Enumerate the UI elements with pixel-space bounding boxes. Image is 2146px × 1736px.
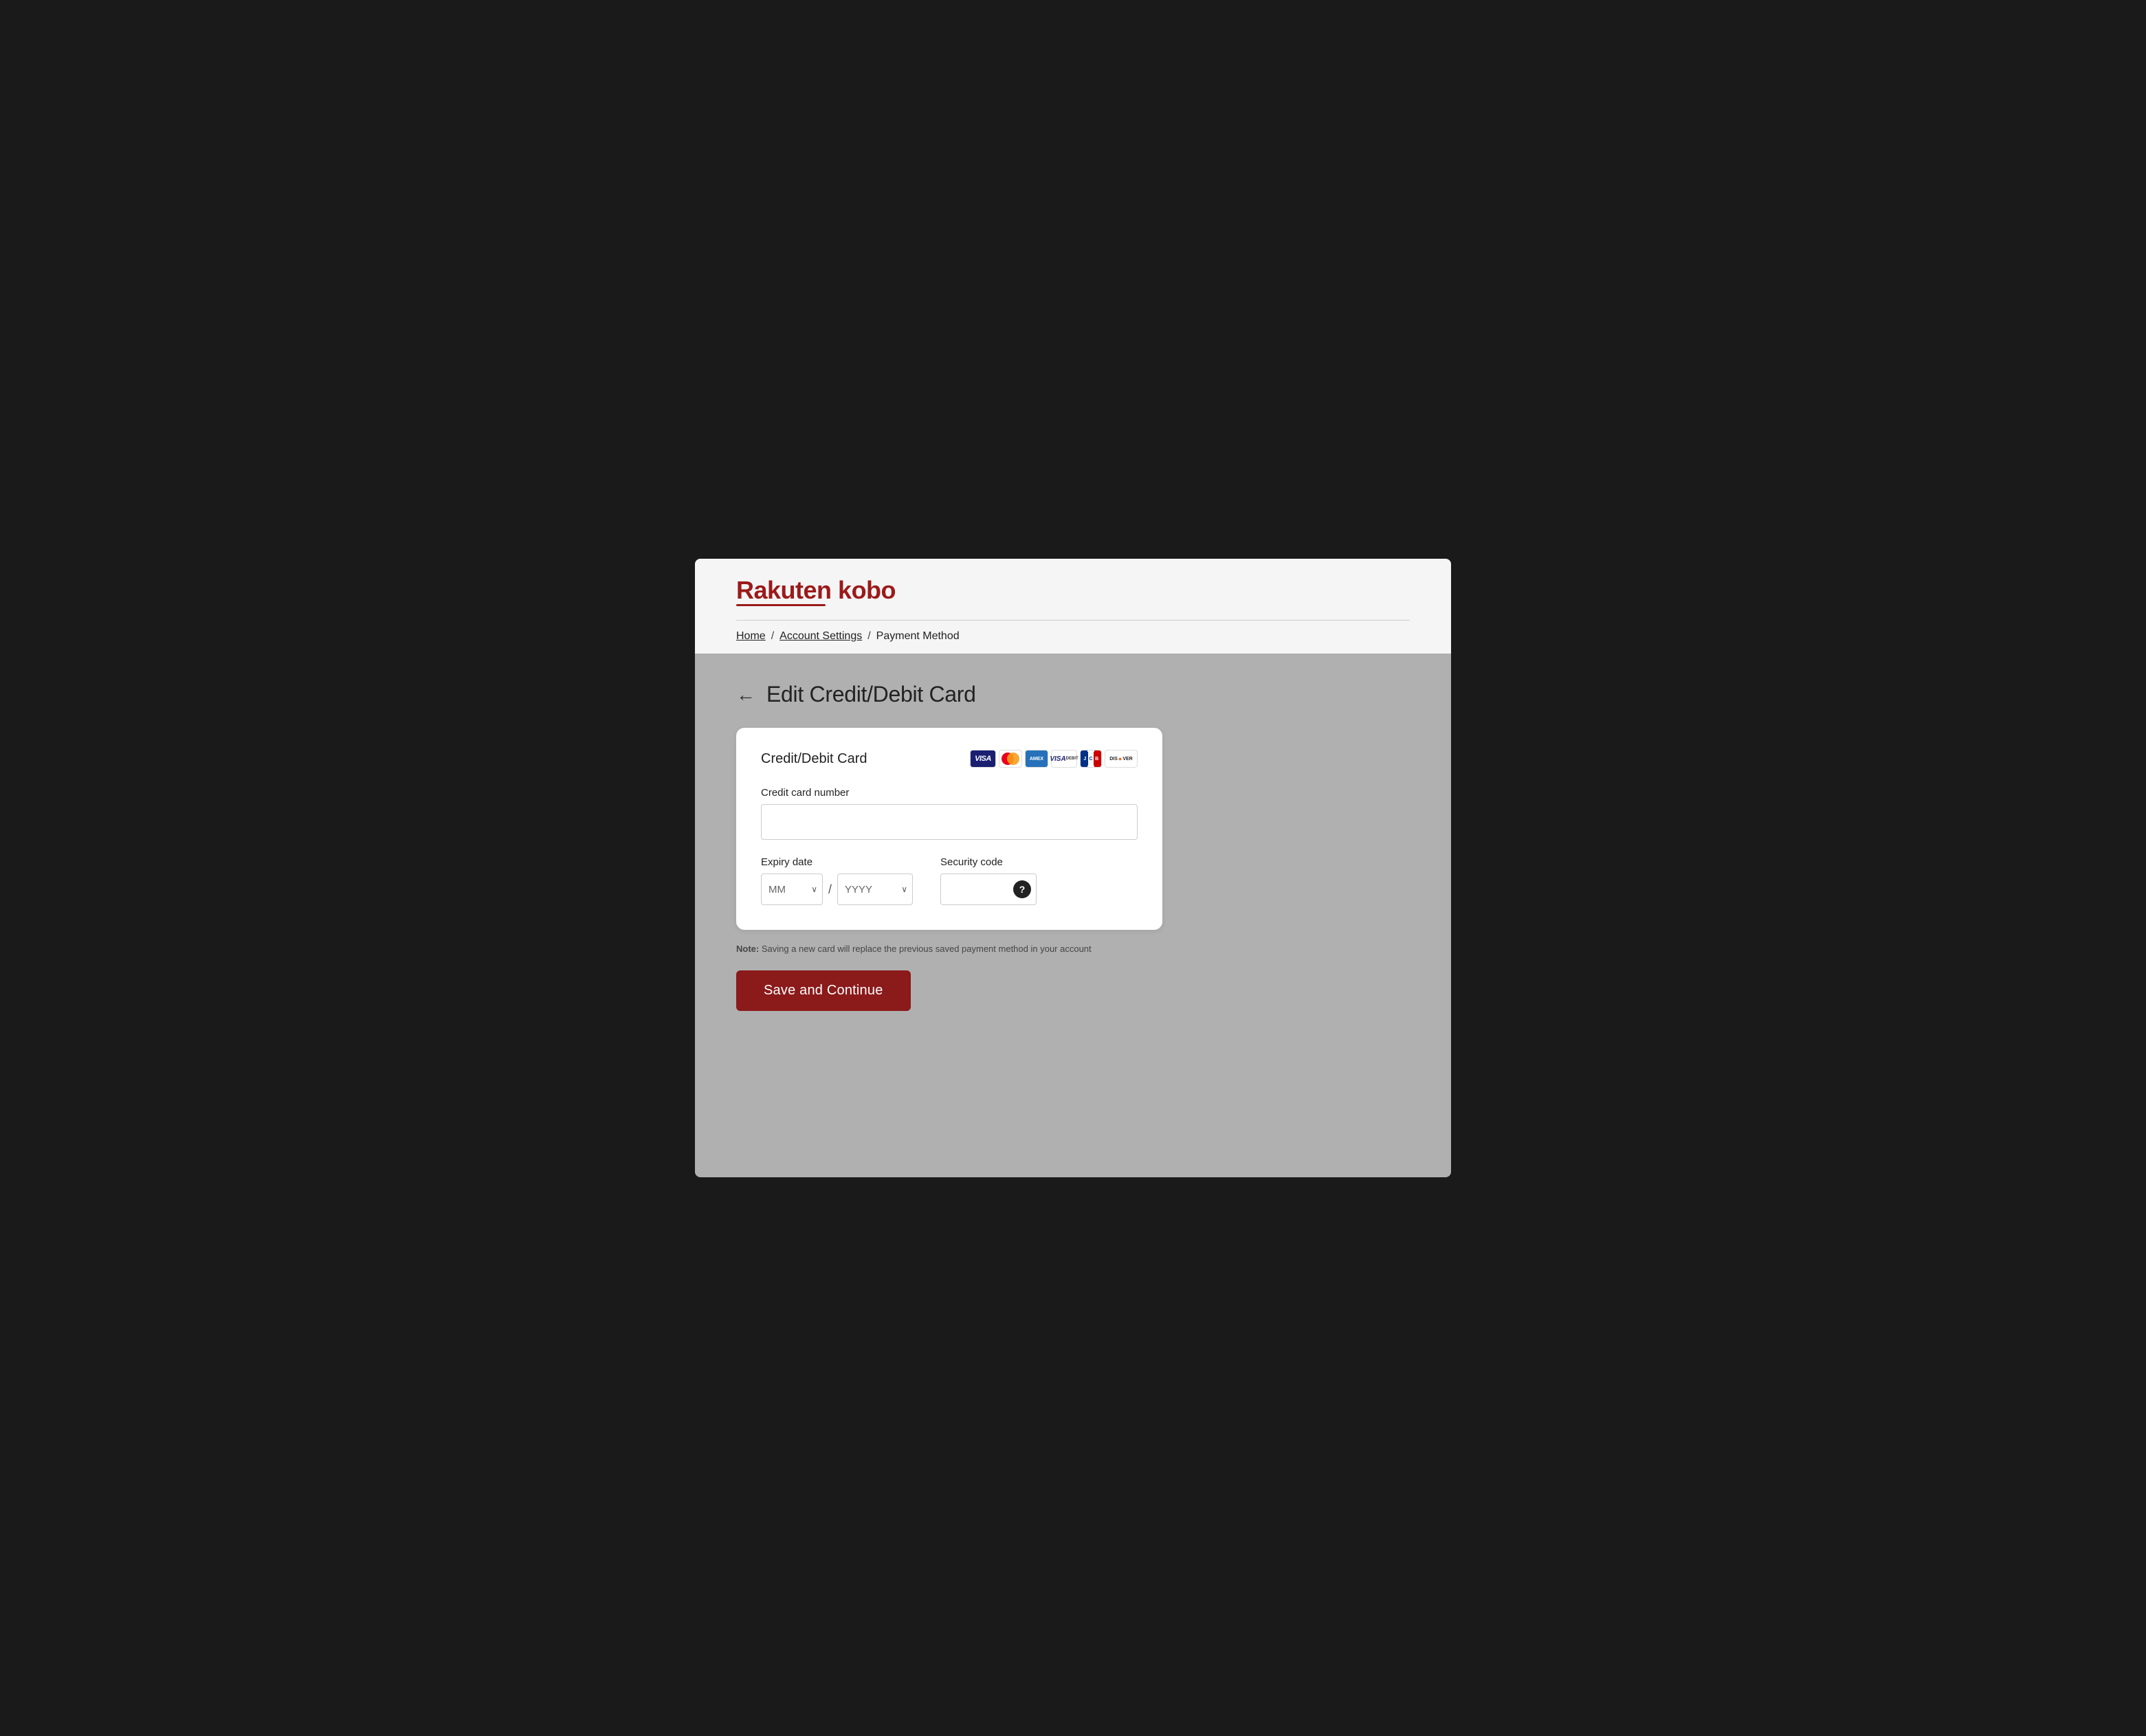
discover-dot-icon: ● — [1118, 755, 1122, 762]
breadcrumb-current: Payment Method — [876, 630, 960, 643]
card-form-container: Credit/Debit Card VISA AMEX — [736, 728, 1162, 930]
logo[interactable]: Rakuten kobo — [736, 578, 896, 603]
page-container: Rakuten kobo Home / Account Settings / P… — [695, 559, 1451, 1177]
expiry-slash: / — [828, 882, 832, 897]
visa-debit-icon: VISA DEBIT — [1051, 750, 1077, 768]
expiry-mm-wrapper: MM 01 02 03 04 05 06 07 08 09 10 — [761, 873, 823, 905]
breadcrumb: Home / Account Settings / Payment Method — [736, 620, 1410, 654]
mc-right-circle — [1007, 753, 1019, 765]
amex-text: AMEX — [1030, 757, 1043, 761]
visa-debit-text: VISA — [1050, 755, 1065, 763]
jcb-white: C — [1088, 752, 1094, 766]
expiry-section: Expiry date MM 01 02 03 04 05 06 — [761, 856, 913, 905]
save-continue-button[interactable]: Save and Continue — [736, 970, 911, 1011]
logo-underline — [736, 604, 826, 606]
note-body: Saving a new card will replace the previ… — [759, 944, 1091, 954]
logo-rakuten: Rakuten — [736, 576, 838, 604]
card-form-header: Credit/Debit Card VISA AMEX — [761, 750, 1138, 768]
discover-text2: VER — [1122, 757, 1132, 761]
expiry-security-row: Expiry date MM 01 02 03 04 05 06 — [761, 856, 1138, 905]
expiry-yyyy-select[interactable]: YYYY 2024 2025 2026 2027 2028 2029 2030 — [837, 873, 913, 905]
expiry-inputs: MM 01 02 03 04 05 06 07 08 09 10 — [761, 873, 913, 905]
discover-icon: DIS ● VER — [1105, 750, 1138, 768]
content-area: ← Edit Credit/Debit Card Credit/Debit Ca… — [695, 654, 1451, 1052]
expiry-label: Expiry date — [761, 856, 913, 868]
expiry-yyyy-wrapper: YYYY 2024 2025 2026 2027 2028 2029 2030 — [837, 873, 913, 905]
page-title: Edit Credit/Debit Card — [766, 682, 976, 707]
page-title-row: ← Edit Credit/Debit Card — [736, 682, 1410, 707]
security-input-wrapper: ? — [940, 873, 1037, 905]
back-arrow-icon[interactable]: ← — [736, 685, 755, 704]
mastercard-icon — [999, 750, 1022, 768]
payment-icons: VISA AMEX VISA DEBIT — [970, 750, 1138, 768]
security-section: Security code ? — [940, 856, 1037, 905]
jcb-inner: J C B — [1082, 752, 1100, 766]
card-number-input[interactable] — [761, 804, 1138, 840]
amex-icon: AMEX — [1025, 750, 1048, 768]
expiry-mm-select[interactable]: MM 01 02 03 04 05 06 07 08 09 10 — [761, 873, 823, 905]
logo-kobo: kobo — [838, 576, 896, 604]
jcb-text: J — [1083, 757, 1086, 761]
card-form-title: Credit/Debit Card — [761, 751, 867, 767]
visa-text: VISA — [975, 755, 991, 763]
header: Rakuten kobo Home / Account Settings / P… — [695, 559, 1451, 654]
note-text: Note: Saving a new card will replace the… — [736, 944, 1162, 954]
security-label: Security code — [940, 856, 1037, 868]
breadcrumb-account-settings[interactable]: Account Settings — [779, 630, 862, 643]
jcb-text3: B — [1095, 757, 1098, 761]
jcb-icon: J C B — [1080, 750, 1102, 768]
jcb-blue: J — [1082, 752, 1088, 766]
breadcrumb-sep1: / — [771, 630, 774, 643]
jcb-red: B — [1094, 752, 1100, 766]
credit-card-number-field: Credit card number — [761, 787, 1138, 840]
note-label: Note: — [736, 944, 759, 954]
jcb-text2: C — [1089, 757, 1092, 761]
breadcrumb-sep2: / — [867, 630, 870, 643]
discover-text: DIS — [1109, 757, 1118, 761]
card-number-label: Credit card number — [761, 787, 1138, 799]
breadcrumb-home[interactable]: Home — [736, 630, 766, 643]
visa-debit-label: DEBIT — [1066, 757, 1078, 761]
security-question-icon[interactable]: ? — [1013, 880, 1031, 898]
logo-area: Rakuten kobo — [736, 578, 1410, 620]
visa-icon: VISA — [970, 750, 996, 768]
